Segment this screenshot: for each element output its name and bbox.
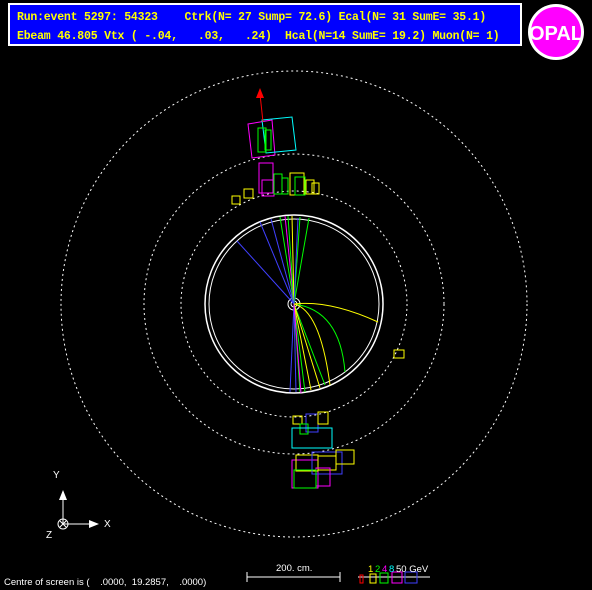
x-axis-label: X xyxy=(104,519,111,530)
ecal-hits-top xyxy=(231,162,320,205)
event-display-canvas xyxy=(57,70,528,584)
axis-indicator xyxy=(57,490,99,530)
hcal-hits-top xyxy=(247,116,297,159)
opal-logo: OPAL xyxy=(528,4,584,60)
energy-scale-label: 1 xyxy=(368,564,374,575)
scale-label: 200. cm. xyxy=(276,563,313,574)
run-event-line: Run:event 5297: 54323 Ctrk(N= 27 Sump= 7… xyxy=(17,11,487,24)
centre-of-screen-text: Centre of screen is ( .0000, 19.2857, .0… xyxy=(4,577,207,588)
logo-text: OPAL xyxy=(529,23,583,45)
z-axis-label: Z xyxy=(46,530,53,541)
energy-scale-label: 4 xyxy=(382,564,388,575)
hcal-hits-bottom xyxy=(291,449,355,489)
ecal-hits-bottom xyxy=(291,349,405,449)
beam-vertex-line: Ebeam 46.805 Vtx ( -.04, .03, .24) Hcal(… xyxy=(17,30,500,43)
event-info-header: Run:event 5297: 54323 Ctrk(N= 27 Sump= 7… xyxy=(8,3,522,46)
energy-scale-label: 50 GeV xyxy=(396,564,429,575)
y-axis-label: Y xyxy=(53,470,60,481)
energy-scale-label: 8 xyxy=(389,564,395,575)
muon-arrow xyxy=(256,88,264,123)
energy-scale-label: 2 xyxy=(375,564,381,575)
